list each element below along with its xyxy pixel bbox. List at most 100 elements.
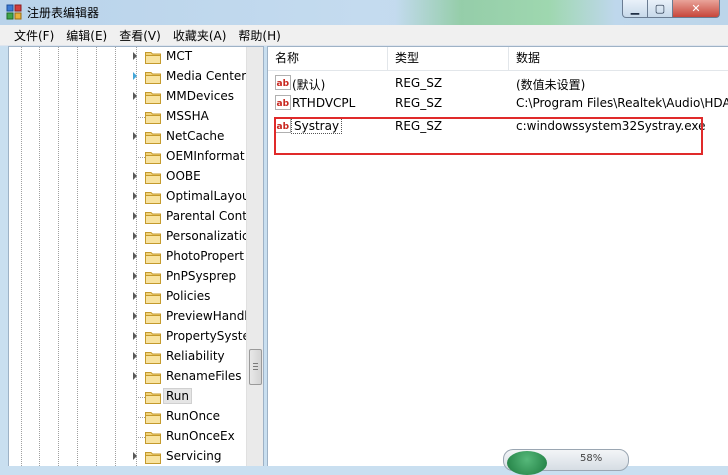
menu-help[interactable]: 帮助(H) — [232, 27, 286, 44]
tree-item-label: RenameFiles — [166, 369, 242, 383]
maximize-button[interactable]: ▢ — [647, 0, 673, 18]
registry-key-tree[interactable]: MCT Media Center MMDevices MSSHA NetCache OEM… — [8, 46, 264, 466]
expand-arrow-icon[interactable] — [133, 452, 137, 460]
tree-vertical-scrollbar[interactable] — [246, 47, 263, 466]
tree-item-label: PropertySyste — [166, 329, 250, 343]
tree-item-label: NetCache — [166, 129, 225, 143]
minimize-button[interactable]: ▁ — [622, 0, 648, 18]
tree-item-label: OEMInformat — [166, 149, 245, 163]
tree-item[interactable]: NetCache — [9, 127, 247, 147]
menu-favorites[interactable]: 收藏夹(A) — [167, 27, 233, 44]
column-header-type[interactable]: 类型 — [388, 47, 509, 70]
folder-icon — [145, 150, 161, 164]
folder-icon — [145, 190, 161, 204]
tree-item-label: MCT — [166, 49, 193, 63]
tree-item-label: MSSHA — [166, 109, 209, 123]
expand-arrow-icon[interactable] — [133, 372, 137, 380]
tree-item[interactable]: Policies — [9, 287, 247, 307]
tree-item[interactable]: Media Center — [9, 67, 247, 87]
tree-item[interactable]: OEMInformat — [9, 147, 247, 167]
expand-arrow-icon[interactable] — [133, 232, 137, 240]
list-row-value[interactable]: ab RTHDVCPL REG_SZ C:\Program Files\Realtek… — [268, 93, 728, 113]
list-header: 名称 类型 数据 — [268, 47, 728, 71]
folder-icon — [145, 390, 161, 404]
tree-item-label: Parental Cont — [166, 209, 247, 223]
tree-item-label: OOBE — [166, 169, 201, 183]
value-type: REG_SZ — [395, 76, 443, 90]
folder-icon — [145, 350, 161, 364]
folder-icon — [145, 370, 161, 384]
value-name: RTHDVCPL — [292, 96, 356, 110]
expand-arrow-icon[interactable] — [133, 252, 137, 260]
tree-item[interactable]: Parental Cont — [9, 207, 247, 227]
expand-arrow-icon[interactable] — [133, 312, 137, 320]
tree-item-label: Servicing — [166, 449, 222, 463]
folder-icon — [145, 230, 161, 244]
tree-item[interactable]: Servicing — [9, 447, 247, 466]
scroll-grip-line — [253, 366, 258, 367]
tree-item[interactable]: RunOnceEx — [9, 427, 247, 447]
expand-arrow-icon[interactable] — [133, 192, 137, 200]
column-header-data[interactable]: 数据 — [509, 47, 728, 70]
scroll-grip-line — [253, 369, 258, 370]
tree-item[interactable]: MMDevices — [9, 87, 247, 107]
folder-icon — [145, 50, 161, 64]
registry-values-list[interactable]: 名称 类型 数据 ab (默认) REG_SZ (数值未设置) ab RTHDVCPL RE… — [267, 46, 728, 466]
tree-item[interactable]: RunOnce — [9, 407, 247, 427]
close-button[interactable]: ✕ — [672, 0, 720, 18]
tree-connector — [136, 417, 145, 418]
tree-item[interactable]: OOBE — [9, 167, 247, 187]
tree-item-label: Reliability — [166, 349, 225, 363]
expand-arrow-icon[interactable] — [133, 92, 137, 100]
expand-arrow-icon[interactable] — [133, 352, 137, 360]
folder-icon — [145, 330, 161, 344]
tree-item-label: Policies — [166, 289, 211, 303]
tree-item[interactable]: MCT — [9, 47, 247, 67]
list-row-value[interactable]: ab (默认) REG_SZ (数值未设置) — [268, 73, 728, 93]
status-orb-icon — [507, 451, 547, 475]
tree-item[interactable]: OptimalLayou — [9, 187, 250, 207]
expand-arrow-icon[interactable] — [133, 52, 137, 60]
expand-arrow-icon[interactable] — [133, 272, 137, 280]
folder-icon — [145, 110, 161, 124]
tree-item[interactable]: PnPSysprep — [9, 267, 247, 287]
tree-connector — [136, 437, 145, 438]
tree-item[interactable]: PropertySyste — [9, 327, 250, 347]
folder-icon — [145, 250, 161, 264]
expand-arrow-icon[interactable] — [133, 212, 137, 220]
svg-text:ab: ab — [277, 99, 290, 109]
value-type: REG_SZ — [395, 96, 443, 110]
folder-icon — [145, 70, 161, 84]
expand-arrow-icon[interactable] — [133, 292, 137, 300]
tree-connector — [136, 397, 145, 398]
registry-editor-app-icon — [6, 4, 22, 20]
tree-scrollbar-thumb[interactable] — [249, 349, 262, 385]
close-icon: ✕ — [691, 2, 701, 15]
tree-item[interactable]: Reliability — [9, 347, 247, 367]
menu-file[interactable]: 文件(F) — [0, 27, 60, 44]
svg-text:ab: ab — [277, 79, 290, 89]
folder-icon — [145, 270, 161, 284]
folder-icon — [145, 290, 161, 304]
menu-view[interactable]: 查看(V) — [113, 27, 167, 44]
tree-item[interactable]: Run — [9, 387, 247, 407]
tree-item[interactable]: RenameFiles — [9, 367, 247, 387]
folder-icon — [145, 410, 161, 424]
tree-item[interactable]: PhotoPropert — [9, 247, 247, 267]
expand-arrow-icon[interactable] — [133, 72, 137, 80]
tree-item[interactable]: PreviewHandl — [9, 307, 248, 327]
menu-edit[interactable]: 编辑(E) — [60, 27, 113, 44]
tree-item[interactable]: MSSHA — [9, 107, 247, 127]
column-header-name[interactable]: 名称 — [268, 47, 388, 70]
window-title: 注册表编辑器 — [27, 6, 100, 20]
expand-arrow-icon[interactable] — [133, 132, 137, 140]
tree-item[interactable]: Personalizatic — [9, 227, 249, 247]
tree-item-label: PhotoPropert — [166, 249, 244, 263]
folder-icon — [145, 430, 161, 444]
floating-network-widget[interactable]: 58% — [503, 449, 629, 475]
title-bar[interactable]: 注册表编辑器 ▁ ▢ ✕ — [0, 0, 728, 25]
tree-item-label: RunOnceEx — [166, 429, 235, 443]
expand-arrow-icon[interactable] — [133, 172, 137, 180]
tree-item-label: OptimalLayou — [166, 189, 250, 203]
expand-arrow-icon[interactable] — [133, 332, 137, 340]
